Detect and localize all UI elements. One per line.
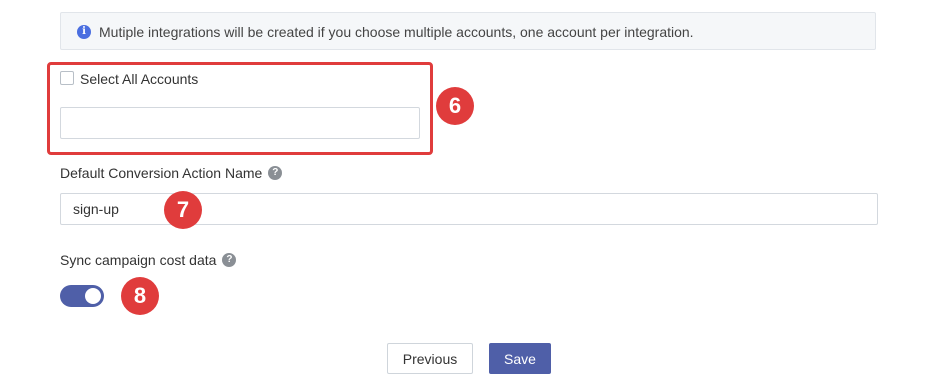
step-marker-8: 8	[121, 277, 159, 315]
toggle-knob	[85, 288, 101, 304]
conversion-action-label-row: Default Conversion Action Name ?	[60, 165, 283, 181]
help-icon[interactable]: ?	[268, 166, 283, 180]
sync-cost-label-row: Sync campaign cost data ?	[60, 252, 237, 268]
info-banner: i Mutiple integrations will be created i…	[60, 12, 876, 50]
help-icon[interactable]: ?	[222, 253, 237, 267]
select-all-accounts-label[interactable]: Select All Accounts	[80, 71, 198, 87]
save-button[interactable]: Save	[489, 343, 551, 374]
info-icon: i	[77, 25, 91, 39]
step-marker-7: 7	[164, 191, 202, 229]
info-banner-text: Mutiple integrations will be created if …	[99, 24, 694, 40]
sync-cost-toggle[interactable]	[60, 285, 104, 307]
previous-button[interactable]: Previous	[387, 343, 473, 374]
accounts-select-input[interactable]	[60, 107, 420, 139]
conversion-action-label: Default Conversion Action Name	[60, 165, 263, 181]
sync-cost-label: Sync campaign cost data	[60, 252, 217, 268]
step-marker-6: 6	[436, 87, 474, 125]
select-all-accounts-checkbox[interactable]	[60, 71, 74, 85]
